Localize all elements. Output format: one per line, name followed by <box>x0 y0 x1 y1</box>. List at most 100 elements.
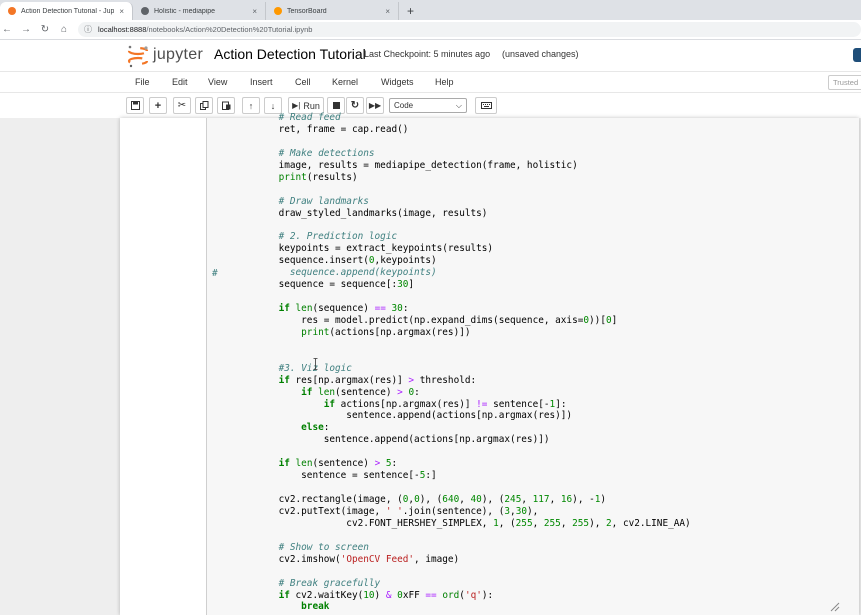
copy-button[interactable] <box>195 97 213 114</box>
code-line: sentence = sentence[-5:] <box>256 470 437 482</box>
code-line: # Make detections <box>278 147 375 159</box>
text-cursor-icon <box>313 358 318 370</box>
keyboard-icon <box>480 102 492 109</box>
plus-icon: + <box>154 99 162 112</box>
close-tab-icon[interactable]: × <box>119 7 124 16</box>
tab-title: Holistic - mediapipe <box>154 7 216 15</box>
code-line: if actions[np.argmax(res)] != sentence[-… <box>323 398 567 410</box>
code-line: if len(sentence) > 5: <box>278 458 398 470</box>
save-icon <box>130 101 140 110</box>
menu-edit[interactable]: Edit <box>172 77 188 87</box>
stop-icon <box>332 102 340 109</box>
checkpoint-status: Last Checkpoint: 5 minutes ago <box>364 49 491 59</box>
browser-tab-2[interactable]: TensorBoard × <box>266 2 399 20</box>
unsaved-status: (unsaved changes) <box>502 49 579 59</box>
menu-widgets[interactable]: Widgets <box>381 77 414 87</box>
code-line: res = model.predict(np.expand_dims(seque… <box>256 314 618 326</box>
code-line: if len(sentence) > 0: <box>301 386 420 398</box>
menu-file[interactable]: File <box>135 77 150 87</box>
fast-forward-icon: ▶▶ <box>368 101 382 110</box>
menu-bar: File Edit View Insert Cell Kernel Widget… <box>0 71 861 93</box>
browser-tab-1[interactable]: Holistic - mediapipe × <box>133 2 266 20</box>
code-line: draw_styled_landmarks(image, results) <box>256 207 488 219</box>
notebook-title[interactable]: Action Detection Tutorial <box>214 46 366 62</box>
jupyter-favicon-icon <box>8 7 16 15</box>
menu-kernel[interactable]: Kernel <box>332 77 358 87</box>
tab-title: Action Detection Tutorial - Jupyter <box>21 7 115 15</box>
code-line: else: <box>301 422 330 434</box>
new-tab-button[interactable]: + <box>399 4 422 20</box>
gutter-comment-marker: # <box>212 268 218 279</box>
paste-button[interactable] <box>217 97 235 114</box>
code-line: # Show to screen <box>278 541 369 553</box>
arrow-up-icon: ↑ <box>248 100 254 111</box>
code-line: cv2.putText(image, ' '.join(sentence), (… <box>256 505 539 517</box>
menu-insert[interactable]: Insert <box>250 77 273 87</box>
menu-cell[interactable]: Cell <box>295 77 311 87</box>
copy-icon <box>199 101 208 110</box>
menu-view[interactable]: View <box>208 77 227 87</box>
browser-tab-0[interactable]: Action Detection Tutorial - Jupyter × <box>0 2 133 20</box>
code-line: sentence.append(actions[np.argmax(res)]) <box>256 434 550 446</box>
code-line: if res[np.argmax(res)] > threshold: <box>278 374 477 386</box>
back-arrow-icon[interactable]: ← <box>2 24 12 35</box>
arrow-down-icon: ↓ <box>270 100 276 111</box>
scissors-icon: ✂ <box>177 100 187 111</box>
globe-favicon-icon <box>141 7 149 15</box>
python-logo-icon <box>853 48 861 62</box>
paste-icon <box>221 101 230 110</box>
cut-button[interactable]: ✂ <box>173 97 191 114</box>
jupyter-logo-text[interactable]: jupyter <box>153 46 203 64</box>
url-bar[interactable]: ⓘ localhost:8888/notebooks/Action%20Dete… <box>78 22 861 37</box>
step-forward-icon: ▶| <box>292 101 301 110</box>
code-line: ret, frame = cap.read() <box>256 123 409 135</box>
jupyter-logo-icon[interactable] <box>126 44 150 68</box>
code-line: # 2. Prediction logic <box>278 231 398 243</box>
code-line: cv2.FONT_HERSHEY_SIMPLEX, 1, (255, 255, … <box>256 517 691 529</box>
code-editor[interactable]: # Read feed ret, frame = cap.read() # Ma… <box>256 112 691 613</box>
cell-type-value: Code <box>394 101 414 110</box>
resize-handle-icon[interactable] <box>828 600 840 612</box>
chevron-down-icon: ⌵ <box>455 101 462 110</box>
code-line: if len(sequence) == 30: <box>278 303 409 314</box>
code-line: # Break gracefully <box>278 577 381 589</box>
tab-title: TensorBoard <box>287 7 327 15</box>
code-line: # Read feed <box>278 112 341 123</box>
code-line: sequence.insert(0,keypoints) <box>256 255 437 267</box>
restart-icon: ↻ <box>350 100 360 111</box>
info-icon[interactable]: ⓘ <box>84 24 92 35</box>
save-button[interactable] <box>126 97 144 114</box>
forward-arrow-icon[interactable]: → <box>21 24 31 35</box>
code-line: image, results = mediapipe_detection(fra… <box>256 159 578 171</box>
menu-help[interactable]: Help <box>435 77 454 87</box>
close-tab-icon[interactable]: × <box>385 7 390 16</box>
cell-type-select[interactable]: Code ⌵ <box>389 98 467 113</box>
code-line: sequence = sequence[:30] <box>256 279 415 291</box>
trusted-badge[interactable]: Trusted <box>828 75 861 90</box>
code-line: # Draw landmarks <box>278 195 369 207</box>
code-line: cv2.imshow('OpenCV Feed', image) <box>256 553 460 565</box>
code-line: print(results) <box>278 171 358 183</box>
run-label: Run <box>303 100 320 111</box>
code-line: sentence.append(actions[np.argmax(res)]) <box>256 410 573 422</box>
code-line: print(actions[np.argmax(res)]) <box>301 326 471 338</box>
close-tab-icon[interactable]: × <box>252 7 257 16</box>
code-line: if cv2.waitKey(10) & 0xFF == ord('q'): <box>278 589 494 601</box>
code-line: keypoints = extract_keypoints(results) <box>256 243 494 255</box>
code-line: break <box>301 601 330 613</box>
url-path: /notebooks/Action%20Detection%20Tutorial… <box>146 25 313 34</box>
home-icon[interactable]: ⌂ <box>59 24 69 35</box>
reload-icon[interactable]: ↻ <box>40 24 50 35</box>
insert-cell-button[interactable]: + <box>149 97 167 114</box>
address-bar-row: ← → ↻ ⌂ ⓘ localhost:8888/notebooks/Actio… <box>0 20 861 40</box>
